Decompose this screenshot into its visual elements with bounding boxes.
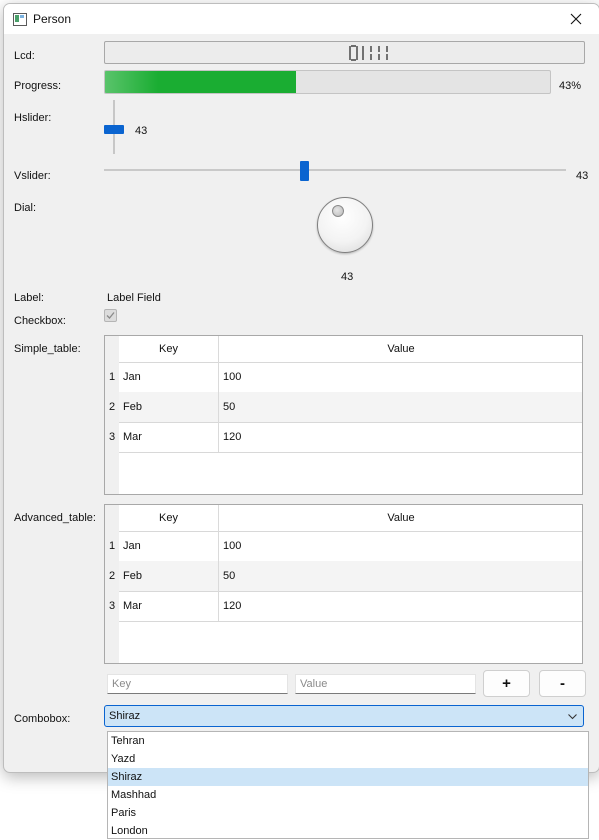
row-number: 2 bbox=[108, 570, 116, 582]
row-number: 1 bbox=[108, 540, 116, 552]
column-header-value[interactable]: Value bbox=[219, 505, 582, 531]
value-input[interactable] bbox=[295, 674, 476, 694]
combobox-option[interactable]: Mashhad bbox=[108, 786, 588, 804]
close-icon bbox=[570, 13, 582, 25]
combobox-label: Combobox: bbox=[14, 713, 71, 725]
table-row[interactable]: 3 Mar 120 bbox=[105, 422, 582, 452]
label-field: Label Field bbox=[107, 292, 161, 304]
value-cell[interactable]: 100 bbox=[219, 531, 582, 561]
combobox-option-selected[interactable]: Shiraz bbox=[108, 768, 588, 786]
vslider-handle[interactable] bbox=[300, 161, 309, 181]
row-number: 3 bbox=[108, 600, 116, 612]
row-divider bbox=[119, 452, 582, 453]
progress-label: Progress: bbox=[14, 80, 62, 92]
table-row[interactable]: 1 Jan 100 bbox=[105, 362, 582, 392]
column-header-value[interactable]: Value bbox=[219, 336, 582, 362]
row-number: 2 bbox=[108, 401, 116, 413]
vslider-label: Vslider: bbox=[14, 170, 51, 182]
value-cell[interactable]: 120 bbox=[219, 422, 582, 452]
combobox[interactable]: Shiraz bbox=[104, 705, 584, 727]
combobox-option[interactable]: Yazd bbox=[108, 750, 588, 768]
close-button[interactable] bbox=[553, 4, 599, 34]
key-cell[interactable]: Jan bbox=[119, 362, 219, 392]
dial-label: Dial: bbox=[14, 202, 37, 214]
advanced-table-label: Advanced_table: bbox=[14, 512, 96, 524]
lcd-display: 43 bbox=[104, 41, 585, 64]
value-cell[interactable]: 100 bbox=[219, 362, 582, 392]
progress-percent: 43% bbox=[559, 80, 582, 92]
checkbox[interactable] bbox=[104, 309, 117, 322]
dial-notch bbox=[332, 205, 344, 217]
combobox-option[interactable]: Paris bbox=[108, 804, 588, 822]
row-number: 1 bbox=[108, 371, 116, 383]
value-cell[interactable]: 120 bbox=[219, 591, 582, 621]
vslider-track[interactable] bbox=[104, 169, 566, 171]
chevron-down-icon bbox=[568, 714, 577, 720]
key-cell[interactable]: Mar bbox=[119, 591, 219, 621]
simple-table-label: Simple_table: bbox=[14, 343, 81, 355]
combobox-option[interactable]: London bbox=[108, 822, 588, 840]
simple-table[interactable]: Key Value 1 Jan 100 2 Feb 50 3 Mar 120 bbox=[104, 335, 583, 495]
vslider-value: 43 bbox=[576, 170, 589, 182]
progress-fill bbox=[105, 71, 297, 93]
key-input[interactable] bbox=[107, 674, 288, 694]
combobox-selected: Shiraz bbox=[109, 710, 141, 722]
app-window-icon bbox=[13, 13, 27, 26]
title-bar[interactable]: Person bbox=[4, 4, 599, 34]
lcd-label: Lcd: bbox=[14, 50, 35, 62]
table-row[interactable]: 2 Feb 50 bbox=[105, 561, 582, 591]
key-cell[interactable]: Jan bbox=[119, 531, 219, 561]
column-header-key[interactable]: Key bbox=[119, 336, 219, 362]
dial-value: 43 bbox=[341, 271, 354, 283]
add-row-button[interactable]: + bbox=[483, 670, 530, 697]
checkmark-icon bbox=[106, 312, 115, 319]
hslider-value: 43 bbox=[135, 125, 148, 137]
column-header-key[interactable]: Key bbox=[119, 505, 219, 531]
key-cell[interactable]: Feb bbox=[119, 392, 219, 422]
combobox-option[interactable]: Tehran bbox=[108, 732, 588, 750]
progress-bar bbox=[104, 70, 551, 94]
window-title: Person bbox=[33, 12, 72, 26]
remove-row-button[interactable]: - bbox=[539, 670, 586, 697]
key-cell[interactable]: Mar bbox=[119, 422, 219, 452]
table-row[interactable]: 1 Jan 100 bbox=[105, 531, 582, 561]
hslider-handle[interactable] bbox=[104, 125, 124, 134]
table-row[interactable]: 2 Feb 50 bbox=[105, 392, 582, 422]
dial-knob[interactable] bbox=[317, 197, 373, 253]
hslider-label: Hslider: bbox=[14, 112, 52, 124]
label-label: Label: bbox=[14, 292, 44, 304]
key-cell[interactable]: Feb bbox=[119, 561, 219, 591]
row-number: 3 bbox=[108, 431, 116, 443]
row-divider bbox=[119, 621, 582, 622]
lcd-digits bbox=[349, 45, 388, 61]
checkbox-label: Checkbox: bbox=[14, 315, 66, 327]
advanced-table[interactable]: Key Value 1 Jan 100 2 Feb 50 3 Mar 120 bbox=[104, 504, 583, 664]
table-row[interactable]: 3 Mar 120 bbox=[105, 591, 582, 621]
value-cell[interactable]: 50 bbox=[219, 392, 582, 422]
combobox-dropdown: Tehran Yazd Shiraz Mashhad Paris London bbox=[107, 731, 589, 839]
value-cell[interactable]: 50 bbox=[219, 561, 582, 591]
